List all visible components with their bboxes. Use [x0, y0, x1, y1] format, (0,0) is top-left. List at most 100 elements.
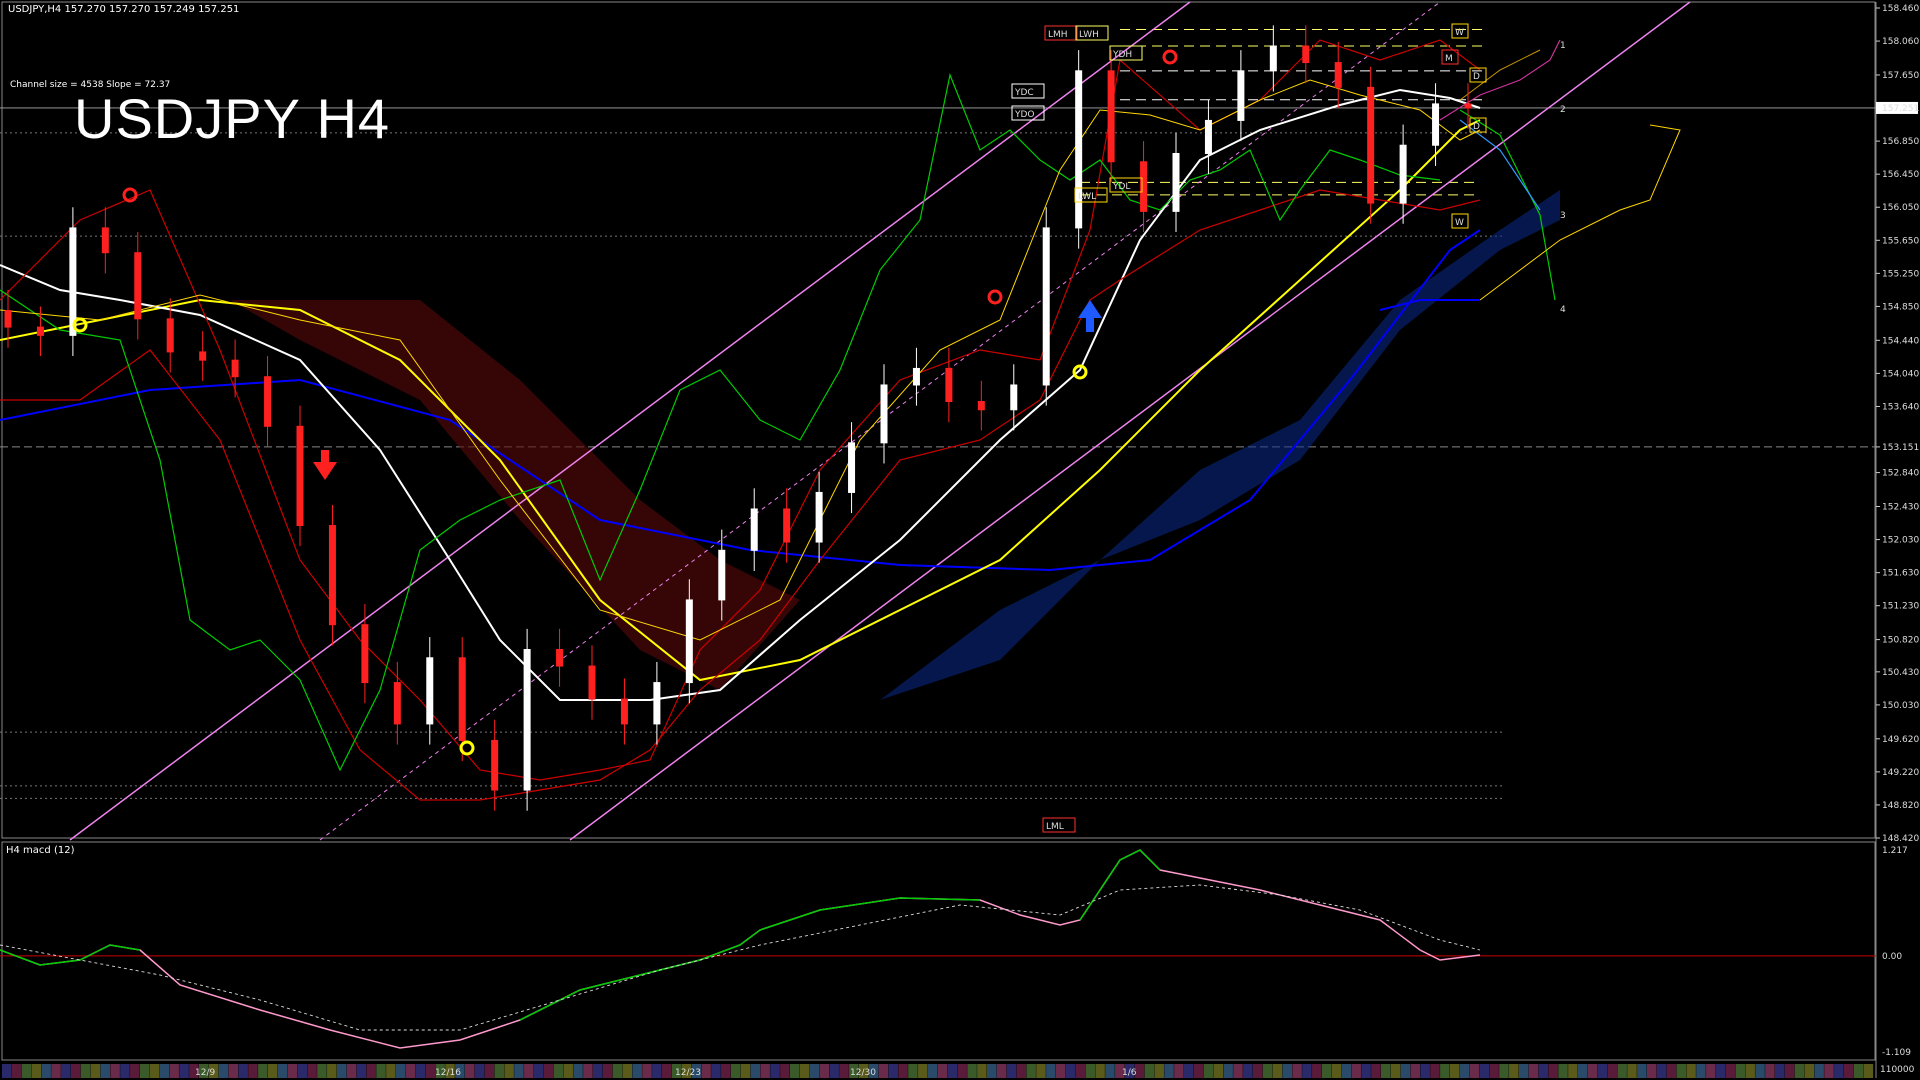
price-tick-label: 158.060 [1882, 37, 1919, 47]
time-strip-block [1026, 1064, 1036, 1078]
price-tick-label: 151.230 [1882, 602, 1919, 612]
time-strip-block [1213, 1064, 1224, 1078]
macd-signal-line [0, 884, 1481, 1031]
time-strip-block [819, 1064, 830, 1078]
time-strip-block [405, 1064, 416, 1078]
bollinger-upper [0, 39, 1481, 781]
time-strip-block [2, 1064, 12, 1078]
time-strip-block [1775, 1064, 1785, 1078]
time-strip-block [947, 1064, 958, 1078]
time-strip-block [987, 1064, 997, 1078]
time-strip-block [1863, 1064, 1874, 1078]
candle-body [1432, 103, 1440, 146]
time-strip-block [770, 1064, 780, 1078]
wave-number: 3 [1560, 211, 1566, 221]
price-tick-label: 149.620 [1882, 735, 1919, 745]
time-strip-block [70, 1064, 81, 1078]
time-strip-block [996, 1064, 1007, 1078]
time-strip-block [593, 1064, 603, 1078]
fractal-up-marker [987, 289, 1003, 305]
time-label: 12/30 [850, 1068, 876, 1078]
price-tick-label: 154.040 [1882, 369, 1919, 379]
time-strip-block [1587, 1064, 1598, 1078]
time-strip-block [1262, 1064, 1273, 1078]
ichimoku-cloud-bull [880, 190, 1560, 700]
time-strip-block [622, 1064, 633, 1078]
time-strip-block [1351, 1064, 1361, 1078]
candle-body [880, 384, 888, 444]
macd-line-green-3 [1079, 849, 1161, 921]
time-strip-block [1312, 1064, 1322, 1078]
candle-body [750, 508, 758, 551]
candle-body [1464, 103, 1472, 109]
time-strip-block [799, 1064, 810, 1078]
time-strip-block [1302, 1064, 1312, 1078]
time-strip-block [1499, 1064, 1509, 1078]
price-tick-label: 154.850 [1882, 302, 1919, 312]
ydo-label: YDO [1014, 110, 1035, 120]
time-strip-block [1272, 1064, 1283, 1078]
time-strip-block [977, 1064, 987, 1078]
macd-line-green-2 [519, 897, 981, 1021]
price-tick-label: 148.420 [1882, 834, 1919, 844]
time-strip-block [1666, 1064, 1677, 1078]
d-label-bottom: D [1473, 122, 1480, 132]
time-strip-block [248, 1064, 258, 1078]
time-strip-block [1075, 1064, 1086, 1078]
time-strip-block [1706, 1064, 1716, 1078]
candle-body [264, 376, 272, 427]
time-strip-block [1065, 1064, 1076, 1078]
price-tick-label: 149.220 [1882, 768, 1919, 778]
time-strip-block [918, 1064, 928, 1078]
price-chart-svg[interactable]: 158.460 158.060 157.650 157.251 156.850 156.4… [0, 0, 1920, 1080]
candle-body [1042, 227, 1050, 386]
candle-body [101, 227, 109, 254]
time-strip-block [1627, 1064, 1637, 1078]
time-strip-block [100, 1064, 110, 1078]
time-strip-block [563, 1064, 573, 1078]
candle-body [134, 252, 142, 320]
candle-body [815, 491, 823, 543]
price-tick-label: 150.030 [1882, 701, 1919, 711]
time-strip-block [159, 1064, 170, 1078]
candle-body [36, 326, 44, 336]
fractal-up-marker [1162, 49, 1178, 65]
time-strip-block [90, 1064, 101, 1078]
d-label-top: D [1473, 72, 1480, 82]
price-tick-label: 150.820 [1882, 636, 1919, 646]
channel-lower-line [569, 1, 1691, 841]
time-strip-block [967, 1064, 977, 1078]
time-strip-block [41, 1064, 51, 1078]
time-strip-block [898, 1064, 908, 1078]
macd-label: H4 macd (12) [6, 845, 75, 856]
time-strip-block [21, 1064, 32, 1078]
candle-body [718, 549, 726, 601]
wave-number: 2 [1560, 105, 1566, 115]
time-strip-block [524, 1064, 534, 1078]
candle-body [1367, 86, 1375, 204]
candle-body [491, 739, 499, 791]
time-strip-block [1292, 1064, 1302, 1078]
macd-tick-label: 1.217 [1882, 846, 1908, 856]
time-strip-block [1548, 1064, 1558, 1078]
time-strip-block [149, 1064, 160, 1078]
time-strip-block [61, 1064, 71, 1078]
price-tick-label: 157.650 [1882, 71, 1919, 81]
candle-body [912, 367, 920, 386]
time-strip-block [238, 1064, 248, 1078]
time-strip-block [139, 1064, 150, 1078]
time-strip-block [642, 1064, 652, 1078]
candle-body [69, 227, 77, 336]
time-strip-block [336, 1064, 347, 1078]
time-strip-block [1843, 1064, 1854, 1078]
wave-number: 1 [1560, 41, 1566, 51]
time-strip-block [514, 1064, 524, 1078]
time-strip-block [809, 1064, 820, 1078]
time-strip-block [1233, 1064, 1243, 1078]
time-strip-block [425, 1064, 436, 1078]
time-strip-block [1400, 1064, 1411, 1078]
time-strip-block [1282, 1064, 1292, 1078]
w-label-bottom: W [1455, 218, 1464, 228]
candle-body [977, 401, 985, 411]
price-tick-label: 151.630 [1882, 569, 1919, 579]
